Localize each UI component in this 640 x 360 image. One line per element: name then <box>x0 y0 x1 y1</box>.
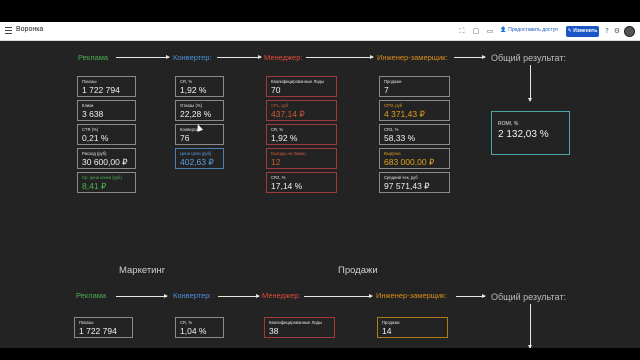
stage-manager-2: Менеджер: <box>262 291 301 300</box>
metric-card-clicks[interactable]: Клики 3 638 <box>77 100 136 121</box>
menu-icon[interactable] <box>5 27 12 35</box>
expand-icon[interactable]: ⛶ <box>458 27 466 35</box>
metric-card-qualified-leads-2[interactable]: Квалифицированные Лиды 38 <box>264 317 335 338</box>
metric-card-cpo[interactable]: CPO, руб 4 371,43 ₽ <box>379 100 450 121</box>
metric-card-cr-2[interactable]: CR, % 1,04 % <box>175 317 224 338</box>
metric-card-impressions[interactable]: Показы 1 722 794 <box>77 76 136 97</box>
pencil-icon: ✎ <box>567 28 572 34</box>
metric-card-cpl[interactable]: CPL, руб 437,14 ₽ <box>266 100 337 121</box>
metric-card-revenue[interactable]: Выручка 683 000,00 ₽ <box>379 148 450 169</box>
flow-arrow <box>456 294 486 298</box>
flow-arrow <box>218 294 260 298</box>
app-toolbar: Воронка ⛶ ▢ ▭ 👤 Предоставить доступ ✎ Изм… <box>0 22 640 41</box>
metric-card-sales-2[interactable]: Продажи 14 <box>377 317 448 338</box>
result-arrow <box>528 65 532 102</box>
metric-card-avg-check[interactable]: Средний чек, руб 97 571,43 ₽ <box>379 172 450 193</box>
frame-icon[interactable]: ▢ <box>472 27 480 35</box>
stage-result: Общий результат: <box>491 53 566 63</box>
stage-converter-2: Конвертер: <box>173 291 212 300</box>
gear-icon[interactable]: ⚙ <box>613 27 621 35</box>
metric-card-cr2[interactable]: CR2, % 17,14 % <box>266 172 337 193</box>
help-icon[interactable]: ? <box>603 27 611 35</box>
stage-converter: Конвертер: <box>173 53 212 62</box>
section-marketing: Маркетинг <box>119 265 166 276</box>
metric-card-goal-cost[interactable]: Цена цели (руб) 402,63 ₽ <box>175 148 224 169</box>
metric-card-romi[interactable]: ROMI, % 2 132,03 % <box>491 111 570 155</box>
stage-manager: Менеджер: <box>264 53 303 62</box>
flow-arrow <box>306 55 374 59</box>
metric-card-cr[interactable]: CR, % 1,92 % <box>175 76 224 97</box>
metric-card-cr3[interactable]: CR3, % 58,33 % <box>379 124 450 145</box>
stage-result-2: Общий результат: <box>491 292 566 302</box>
flow-arrow <box>454 55 486 59</box>
board-title[interactable]: Воронка <box>16 26 43 33</box>
stage-engineer-2: Инженер-замерщик: <box>376 291 447 300</box>
metric-card-site-visits[interactable]: Выезды на Замер 12 <box>266 148 337 169</box>
metric-card-spend[interactable]: Расход (руб) 30 600,00 ₽ <box>77 148 136 169</box>
edit-button[interactable]: ✎ Изменить <box>566 26 599 37</box>
metric-card-impressions-2[interactable]: Показы 1 722 794 <box>74 317 133 338</box>
stage-ads-2: Реклама <box>76 291 107 300</box>
avatar[interactable] <box>624 26 635 37</box>
share-icon: 👤 <box>500 27 507 33</box>
bottom-bar <box>0 348 640 360</box>
flow-arrow <box>116 294 168 298</box>
flow-arrow <box>217 55 262 59</box>
stage-ads: Реклама <box>78 53 109 62</box>
metric-card-bounce[interactable]: Отказы (%) 22,28 % <box>175 100 224 121</box>
metric-card-cr-manager[interactable]: CR, % 1,92 % <box>266 124 337 145</box>
result-arrow <box>528 304 532 348</box>
metric-card-ctr[interactable]: CTR (%) 0,21 % <box>77 124 136 145</box>
metric-card-qualified-leads[interactable]: Квалифицированные Лиды 70 <box>266 76 337 97</box>
stage-engineer: Инженер-замерщик: <box>377 53 448 62</box>
metric-card-cpc[interactable]: Ср. цена клика (руб) 8,41 ₽ <box>77 172 136 193</box>
section-sales: Продажи <box>338 265 378 276</box>
whiteboard-canvas[interactable]: Реклама Конвертер: Менеджер: Инженер-зам… <box>0 41 640 348</box>
flow-arrow <box>116 55 170 59</box>
share-button[interactable]: 👤 Предоставить доступ <box>500 27 558 33</box>
metric-card-sales[interactable]: Продажи 7 <box>379 76 450 97</box>
comment-icon[interactable]: ▭ <box>486 27 494 35</box>
flow-arrow <box>304 294 373 298</box>
